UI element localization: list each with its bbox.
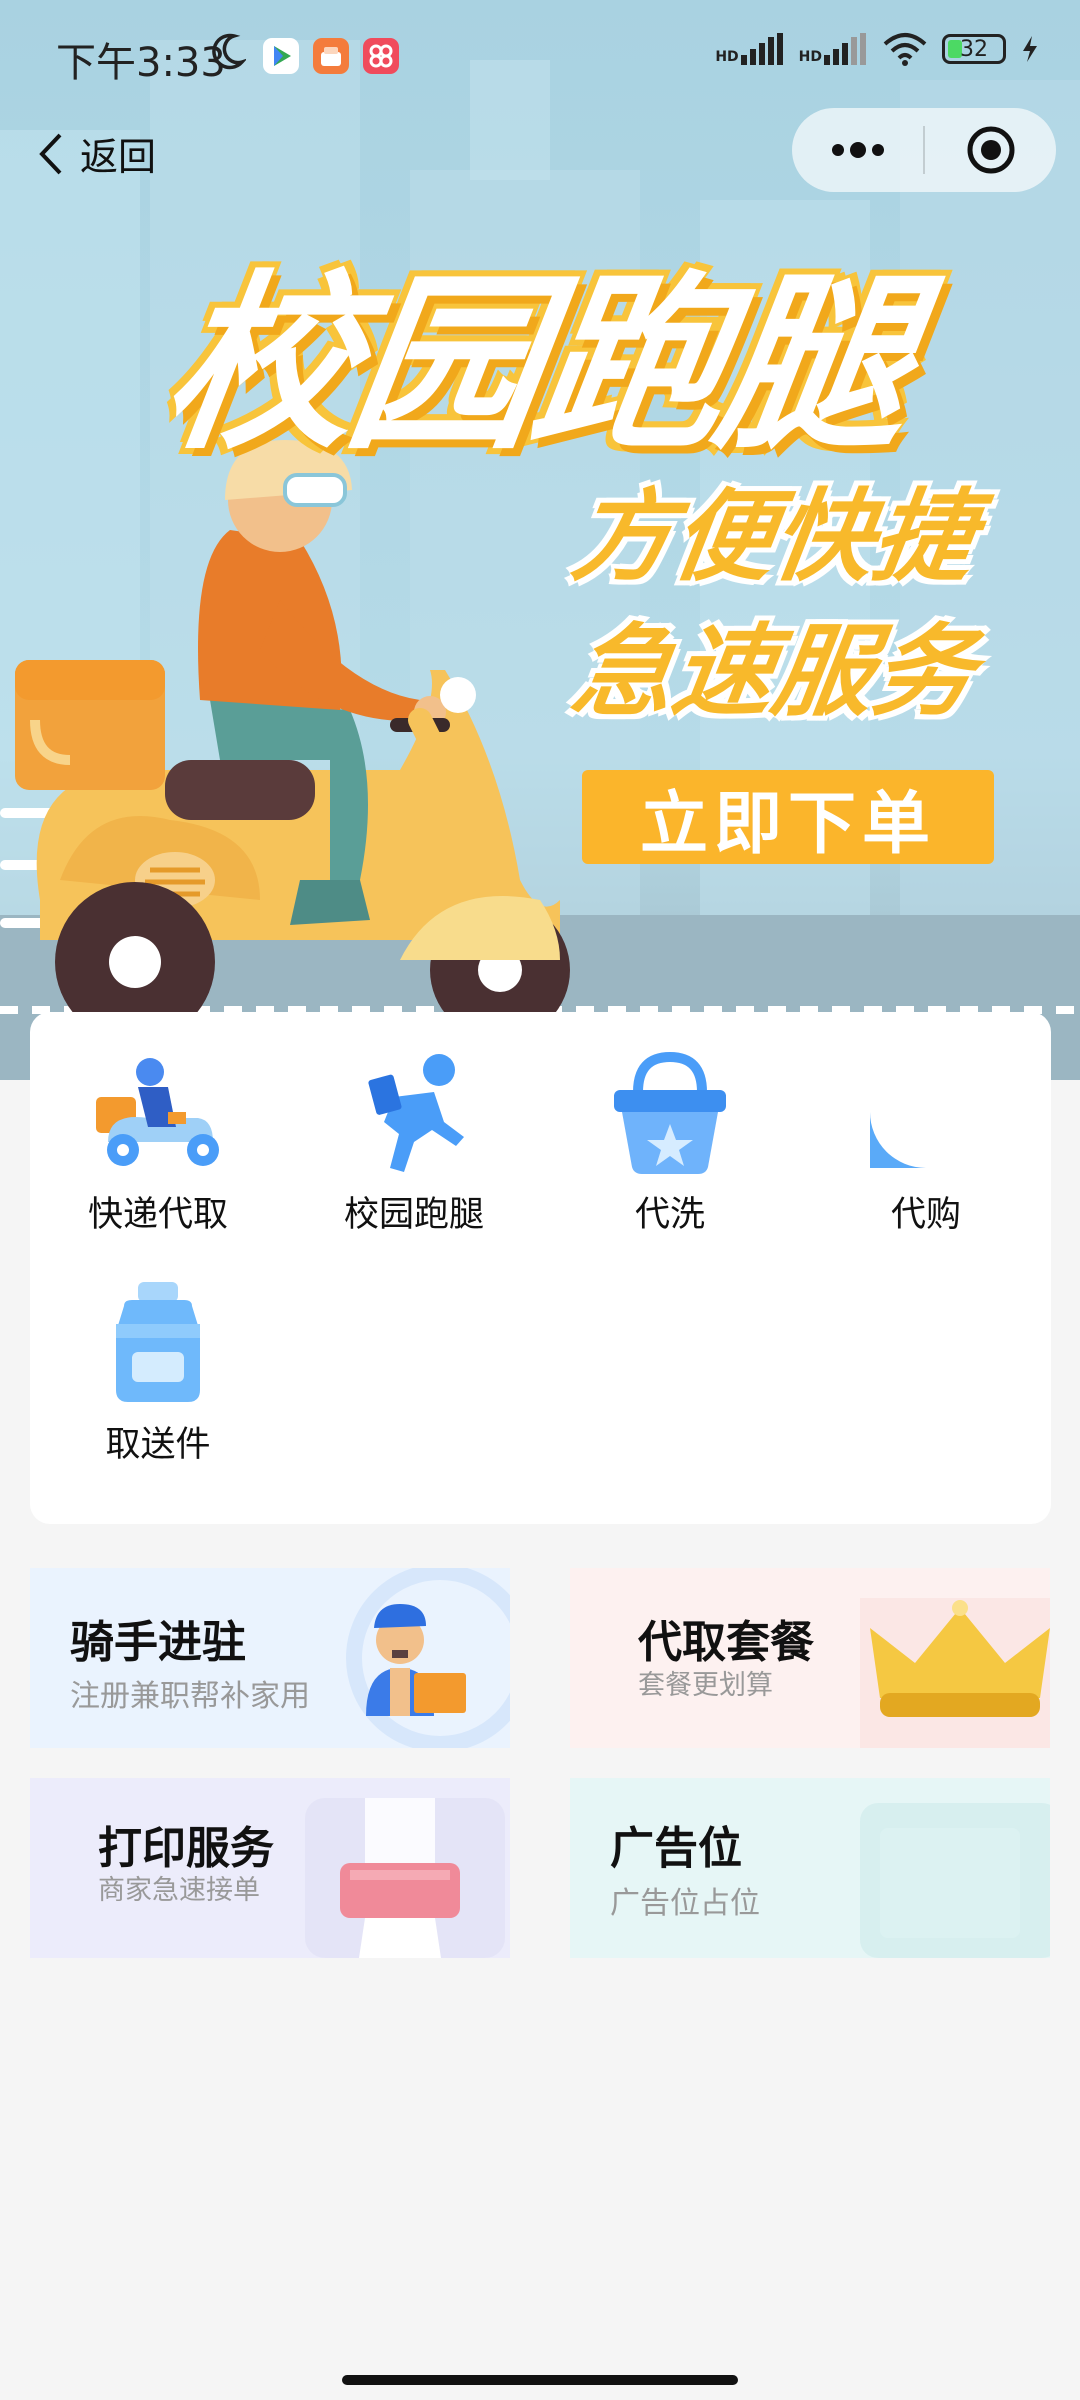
tile-title: 骑手进驻 xyxy=(70,1617,246,1668)
signal-icon: HD xyxy=(715,33,784,65)
banner-title: 校园跑腿 xyxy=(152,254,920,475)
hd-label: HD xyxy=(715,49,739,65)
back-button[interactable]: 返回 xyxy=(36,126,156,181)
chevron-left-icon xyxy=(39,133,62,174)
home-indicator[interactable] xyxy=(342,2375,738,2385)
service-label: 代购 xyxy=(890,1195,961,1235)
shop-app-icon xyxy=(313,38,349,74)
service-label: 校园跑腿 xyxy=(343,1195,484,1235)
tile-subtitle: 套餐更划算 xyxy=(638,1670,773,1701)
tile-rider-join[interactable]: 骑手进驻 注册兼职帮补家用 xyxy=(30,1568,510,1748)
ad-placeholder-icon xyxy=(860,1803,1050,1958)
target-close-icon xyxy=(967,126,1014,174)
wifi-icon xyxy=(883,33,927,66)
heart-chat-icon xyxy=(870,1056,982,1168)
tile-ad-slot[interactable]: 广告位 广告位占位 xyxy=(570,1778,1050,1958)
printer-icon xyxy=(305,1798,505,1958)
status-time: 下午3:33 xyxy=(56,40,226,86)
tile-subtitle: 商家急速接单 xyxy=(98,1875,260,1906)
tile-title: 代取套餐 xyxy=(638,1617,814,1668)
hd-label-2: HD xyxy=(798,49,822,65)
running-man-icon xyxy=(368,1054,464,1172)
moon-icon xyxy=(212,33,246,70)
battery-indicator: 32 xyxy=(942,34,1006,64)
hero-banner[interactable]: 下午3:33 HD HD 32 返回 校园跑腿 方便快捷 急速服务 立即下单 xyxy=(0,0,1080,1080)
more-button[interactable] xyxy=(792,108,923,192)
app-grid-icon xyxy=(363,38,399,74)
jar-icon xyxy=(116,1282,200,1402)
service-shopping[interactable]: 代购 xyxy=(798,1042,1054,1237)
banner-subtitle-1: 方便快捷 xyxy=(565,478,982,595)
delivery-scooter-icon xyxy=(96,1058,219,1166)
rider-avatar-icon xyxy=(346,1568,510,1748)
service-campus-errand[interactable]: 校园跑腿 xyxy=(286,1042,542,1237)
service-label: 快递代取 xyxy=(87,1195,228,1235)
order-now-button[interactable]: 立即下单 xyxy=(582,770,994,864)
play-store-icon xyxy=(263,38,299,74)
status-bar: 下午3:33 HD HD 32 xyxy=(0,0,1080,110)
tile-title: 广告位 xyxy=(610,1823,742,1874)
tile-print-service[interactable]: 打印服务 商家急速接单 xyxy=(30,1778,510,1958)
service-grid-card: 快递代取 校园跑腿 代洗 代购 取送件 xyxy=(30,1012,1051,1524)
tile-subtitle: 注册兼职帮补家用 xyxy=(70,1679,310,1714)
service-send-pickup[interactable]: 取送件 xyxy=(30,1272,286,1467)
more-dots-icon xyxy=(831,142,884,158)
close-mini-program-button[interactable] xyxy=(925,108,1056,192)
status-right-group: HD HD 32 xyxy=(715,32,1040,66)
charging-icon xyxy=(1023,36,1037,62)
service-label: 代洗 xyxy=(634,1195,705,1235)
back-label: 返回 xyxy=(80,135,157,179)
tile-package-deal[interactable]: 代取套餐 套餐更划算 xyxy=(570,1568,1050,1748)
crown-icon xyxy=(860,1598,1050,1748)
basket-icon xyxy=(614,1051,726,1174)
mini-program-capsule xyxy=(792,108,1056,192)
service-express-pickup[interactable]: 快递代取 xyxy=(30,1042,286,1237)
service-label: 取送件 xyxy=(105,1425,211,1465)
tile-title: 打印服务 xyxy=(98,1823,274,1874)
service-laundry[interactable]: 代洗 xyxy=(542,1042,798,1237)
tile-subtitle: 广告位占位 xyxy=(610,1886,760,1921)
banner-subtitle-2: 急速服务 xyxy=(565,613,982,730)
signal-icon-2: HD xyxy=(799,33,868,65)
